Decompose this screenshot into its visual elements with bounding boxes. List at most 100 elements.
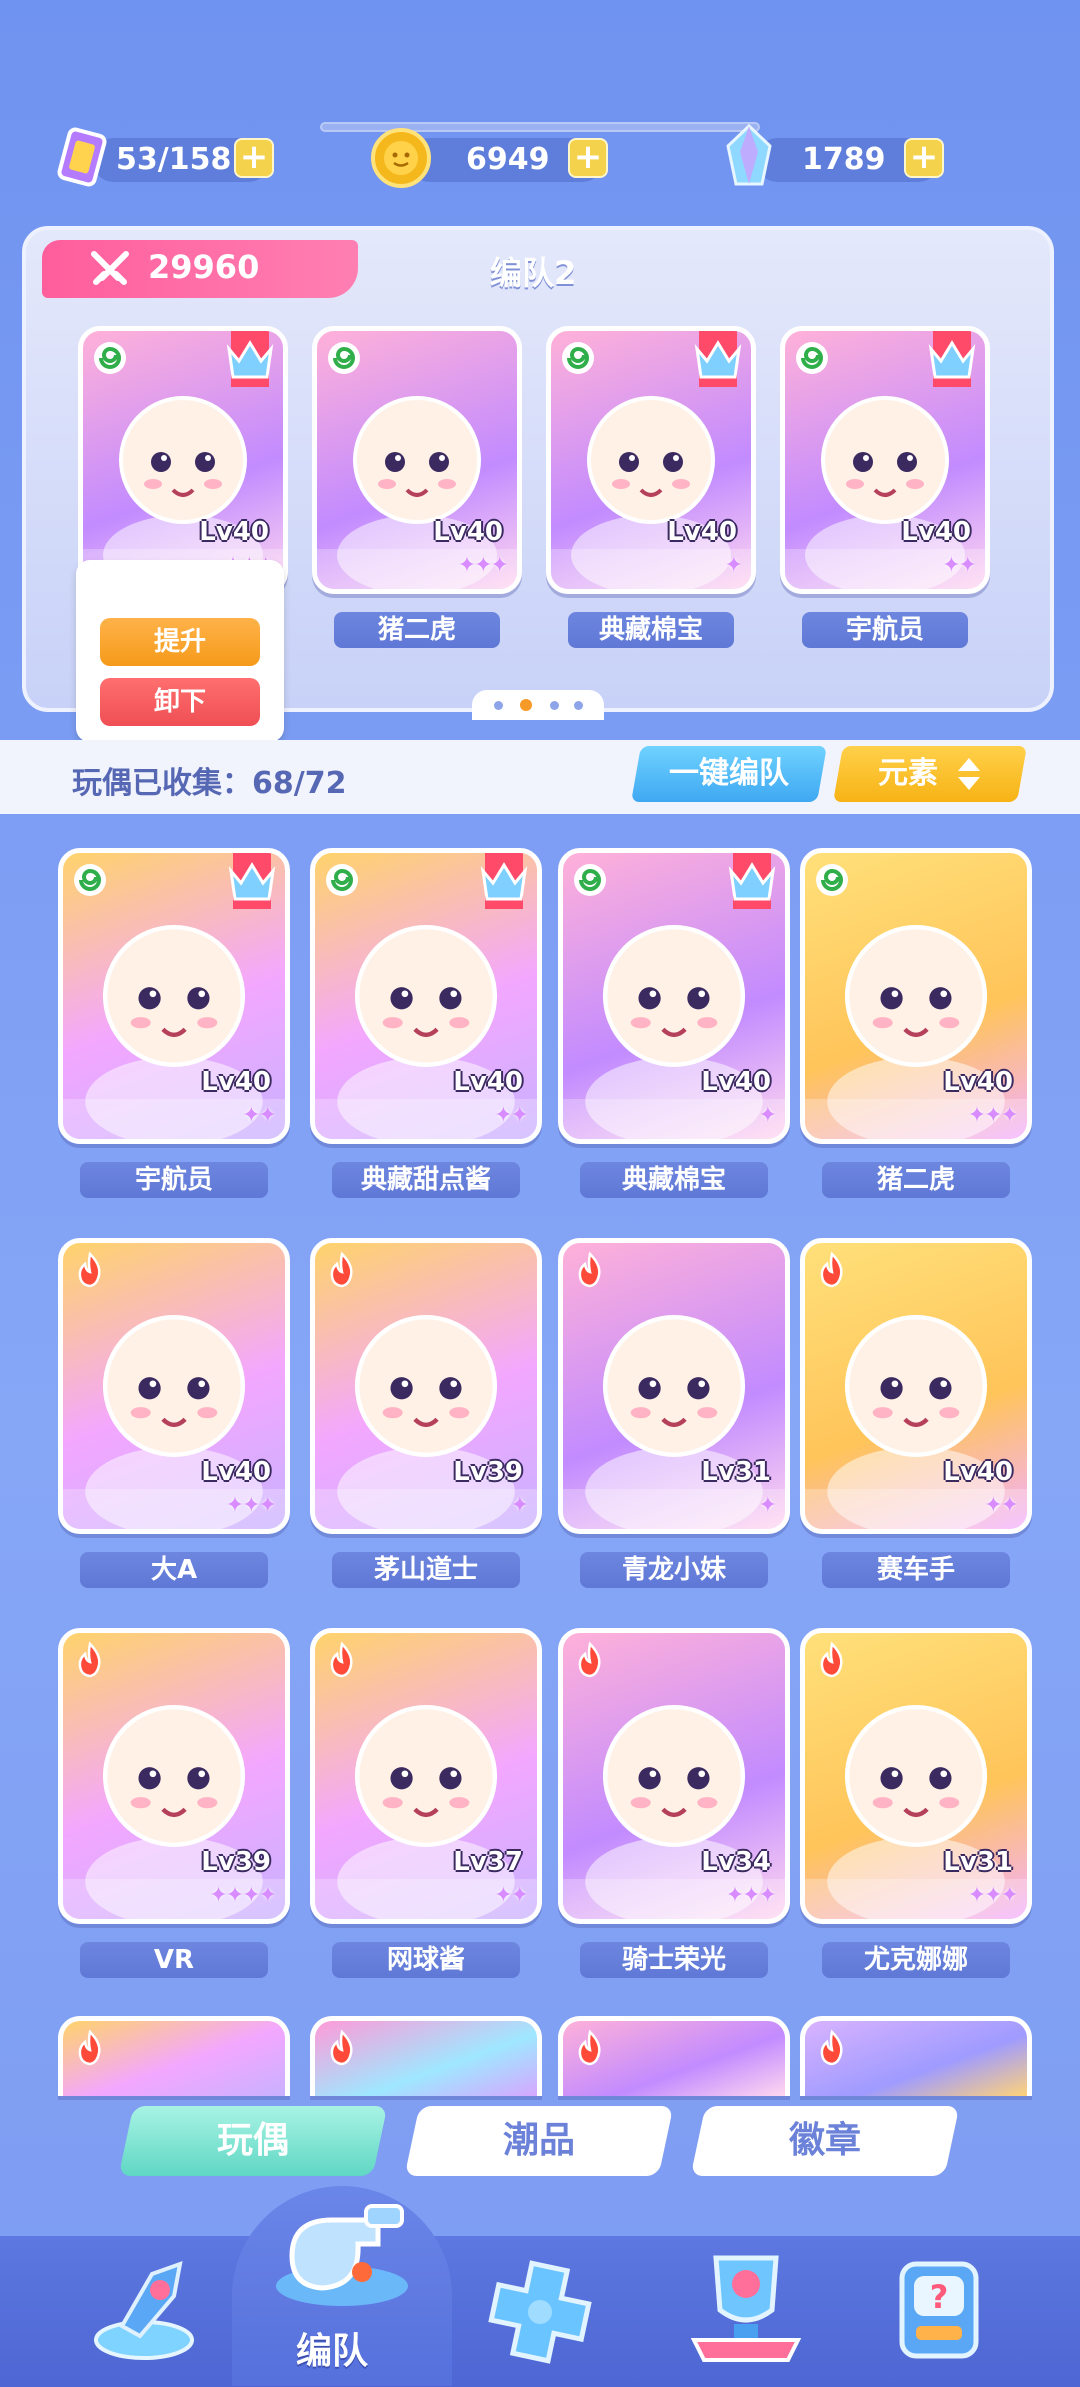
fire-element-icon — [578, 1641, 601, 1678]
doll-level: Lv40 — [901, 517, 971, 547]
fire-element-icon — [578, 1251, 601, 1288]
tab-trendy[interactable]: 潮品 — [404, 2106, 674, 2176]
doll-name: 猪二虎 — [822, 1162, 1010, 1198]
doll-stars: ✦✦ — [984, 1493, 1019, 1518]
svg-text:?: ? — [930, 2278, 949, 2316]
energy-ticket-icon — [57, 127, 107, 187]
ce-crown-badge-icon — [728, 853, 776, 909]
doll-card[interactable]: Lv40 ✦ — [558, 848, 790, 1144]
doll-stars: ✦✦✦ — [967, 1883, 1019, 1908]
doll-card[interactable]: Lv40 ✦✦ — [58, 848, 290, 1144]
nav-ranking[interactable] — [680, 2244, 812, 2368]
doll-card[interactable]: Lv40✦✦✦ — [312, 326, 522, 594]
doll-card[interactable]: Lv40 ✦✦ — [800, 1238, 1032, 1534]
doll-name: 赛车手 — [822, 1552, 1010, 1588]
doll-level: Lv40 — [667, 517, 737, 547]
doll-name: VR — [80, 1942, 268, 1978]
doll-card[interactable]: Lv40 ✦ — [546, 326, 756, 594]
unequip-button[interactable]: 卸下 — [100, 678, 260, 726]
doll-card[interactable]: Lv31 ✦✦✦ — [800, 1628, 1032, 1924]
doll-level: Lv40 — [201, 1067, 271, 1097]
team-page-indicator[interactable] — [472, 690, 604, 720]
nav-home[interactable] — [82, 2244, 212, 2364]
rocket-stand-icon — [94, 2260, 194, 2360]
coin-counter: 6949 + — [371, 128, 608, 188]
doll-name: 典藏棉宝 — [580, 1162, 768, 1198]
fire-element-icon — [330, 2029, 353, 2066]
auto-team-button[interactable]: 一键编队 — [631, 746, 827, 802]
gamepad-cross-icon — [488, 2260, 592, 2364]
sort-arrows-icon — [958, 758, 980, 790]
doll-level: Lv37 — [453, 1847, 523, 1877]
doll-stars: ✦ — [724, 553, 743, 578]
page-dot[interactable] — [574, 701, 583, 710]
doll-card-partial[interactable] — [800, 2016, 1032, 2096]
doll-card-partial[interactable] — [310, 2016, 542, 2096]
doll-name: 典藏甜点酱 — [332, 1162, 520, 1198]
doll-name: 典藏棉宝 — [568, 612, 734, 648]
add-crystals-button[interactable]: + — [904, 138, 944, 178]
element-filter-button[interactable]: 元素 — [833, 746, 1027, 802]
nav-team[interactable] — [262, 2186, 422, 2322]
fire-element-icon — [820, 2029, 843, 2066]
doll-level: Lv40 — [453, 1067, 523, 1097]
doll-level: Lv40 — [433, 517, 503, 547]
collection-count: 玩偶已收集：68/72 — [72, 766, 347, 801]
doll-stars: ✦✦✦ — [967, 1103, 1019, 1128]
upgrade-button[interactable]: 提升 — [100, 618, 260, 666]
doll-name: 骑士荣光 — [580, 1942, 768, 1978]
doll-name: 大A — [80, 1552, 268, 1588]
doll-card[interactable]: Lv39 ✦ — [310, 1238, 542, 1534]
page-dot[interactable] — [550, 701, 559, 710]
doll-level: Lv34 — [701, 1847, 771, 1877]
coin-icon — [371, 128, 431, 188]
fire-element-icon — [78, 2029, 101, 2066]
doll-card[interactable]: Lv34 ✦✦✦ — [558, 1628, 790, 1924]
nav-game[interactable] — [484, 2256, 596, 2366]
nav-gacha[interactable]: ? — [884, 2250, 1002, 2366]
doll-card[interactable]: Lv31 ✦ — [558, 1238, 790, 1534]
doll-card[interactable]: Lv40✦✦✦ — [58, 1238, 290, 1534]
ce-crown-badge-icon — [928, 331, 976, 387]
doll-card[interactable]: Lv39 ✦✦✦✦ — [58, 1628, 290, 1924]
wind-element-icon — [816, 864, 848, 896]
doll-card-partial[interactable] — [558, 2016, 790, 2096]
trophy-icon — [690, 2255, 802, 2362]
gacha-machine-icon: ? — [899, 2261, 979, 2359]
wind-element-icon — [328, 342, 360, 374]
doll-card[interactable]: Lv40 ✦✦ — [780, 326, 990, 594]
add-coins-button[interactable]: + — [568, 138, 608, 178]
ce-crown-badge-icon — [480, 853, 528, 909]
doll-card-partial[interactable] — [58, 2016, 290, 2096]
wind-element-icon — [326, 864, 358, 896]
fire-element-icon — [78, 1251, 101, 1288]
doll-stars: ✦✦ — [242, 1103, 277, 1128]
doll-level: Lv40 — [199, 517, 269, 547]
doll-level: Lv31 — [701, 1457, 771, 1487]
tab-badges[interactable]: 徽章 — [690, 2106, 960, 2176]
card-footer-shade — [563, 1099, 785, 1139]
doll-level: Lv40 — [943, 1457, 1013, 1487]
doll-card[interactable]: Lv37 ✦✦ — [310, 1628, 542, 1924]
doll-stars: ✦✦✦✦ — [209, 1883, 277, 1908]
doll-card[interactable]: Lv40 ✦✦ — [310, 848, 542, 1144]
doll-card[interactable]: Lv40✦✦✦ — [800, 848, 1032, 1144]
tab-dolls[interactable]: 玩偶 — [118, 2106, 388, 2176]
add-energy-button[interactable]: + — [234, 138, 274, 178]
wind-element-icon — [562, 342, 594, 374]
page-dot[interactable] — [494, 701, 503, 710]
fire-element-icon — [330, 1251, 353, 1288]
fire-element-icon — [820, 1251, 843, 1288]
doll-name: 茅山道士 — [332, 1552, 520, 1588]
card-footer-shade — [563, 1489, 785, 1529]
doll-card[interactable]: Lv40✦✦✦ — [78, 326, 288, 594]
page-dot-active[interactable] — [520, 699, 532, 711]
doll-level: Lv39 — [453, 1457, 523, 1487]
doll-stars: ✦✦ — [942, 553, 977, 578]
fire-element-icon — [78, 1641, 101, 1678]
whistle-icon — [276, 2204, 408, 2306]
doll-name: 网球酱 — [332, 1942, 520, 1978]
doll-level: Lv40 — [201, 1457, 271, 1487]
card-footer-shade — [315, 1489, 537, 1529]
doll-stars: ✦ — [758, 1493, 777, 1518]
